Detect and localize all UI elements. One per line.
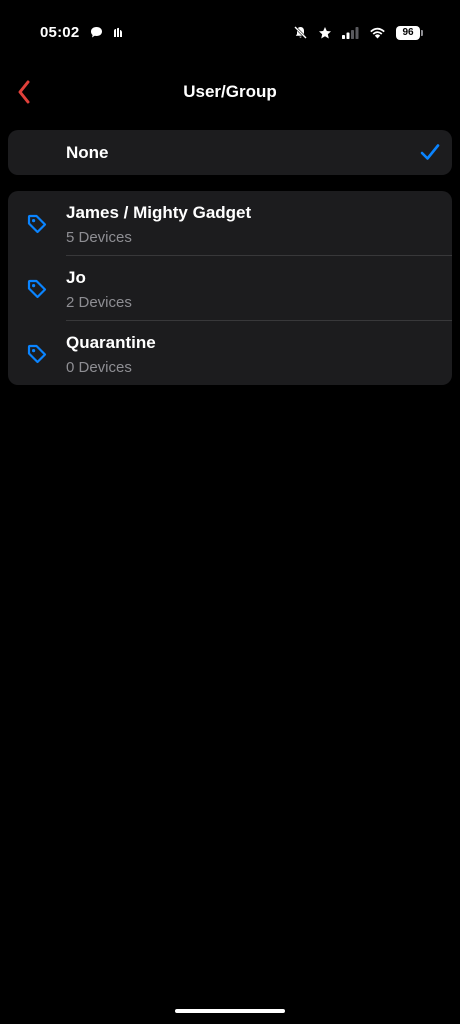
battery-level: 96: [402, 27, 414, 38]
group-name: Jo: [66, 268, 86, 287]
chat-bubble-icon: [91, 27, 102, 38]
group-row-quarantine[interactable]: Quarantine 0 Devices: [8, 321, 452, 385]
none-option-row[interactable]: None: [8, 130, 452, 175]
group-device-count: 2 Devices: [66, 294, 132, 311]
group-device-count: 0 Devices: [66, 359, 132, 376]
status-right-icons: 96: [293, 25, 423, 40]
tag-icon: [27, 279, 47, 299]
none-option-label: None: [66, 143, 109, 162]
group-row-jo[interactable]: Jo 2 Devices: [8, 256, 452, 321]
group-device-count: 5 Devices: [66, 229, 132, 246]
checkmark-icon: [420, 144, 440, 160]
tag-icon: [27, 214, 47, 234]
app-notification-icon: [114, 27, 122, 37]
page-title: User/Group: [183, 82, 277, 101]
none-option-card: None: [8, 130, 452, 175]
battery-indicator: 96: [396, 25, 423, 40]
group-list: James / Mighty Gadget 5 Devices Jo 2 Dev…: [8, 191, 452, 385]
navigation-bar: User/Group: [0, 70, 460, 114]
status-bar: 05:02 96: [0, 0, 460, 60]
group-name: Quarantine: [66, 333, 156, 352]
muted-bell-icon: [294, 26, 307, 39]
status-time: 05:02: [40, 24, 80, 41]
wifi-icon: [370, 27, 385, 38]
group-name: James / Mighty Gadget: [66, 203, 252, 222]
cellular-signal-icon: [342, 26, 359, 39]
home-indicator[interactable]: [175, 1009, 285, 1013]
tag-icon: [27, 344, 47, 364]
status-notification-icons: [90, 26, 124, 39]
star-icon: [319, 26, 331, 38]
group-row-james[interactable]: James / Mighty Gadget 5 Devices: [8, 191, 452, 256]
